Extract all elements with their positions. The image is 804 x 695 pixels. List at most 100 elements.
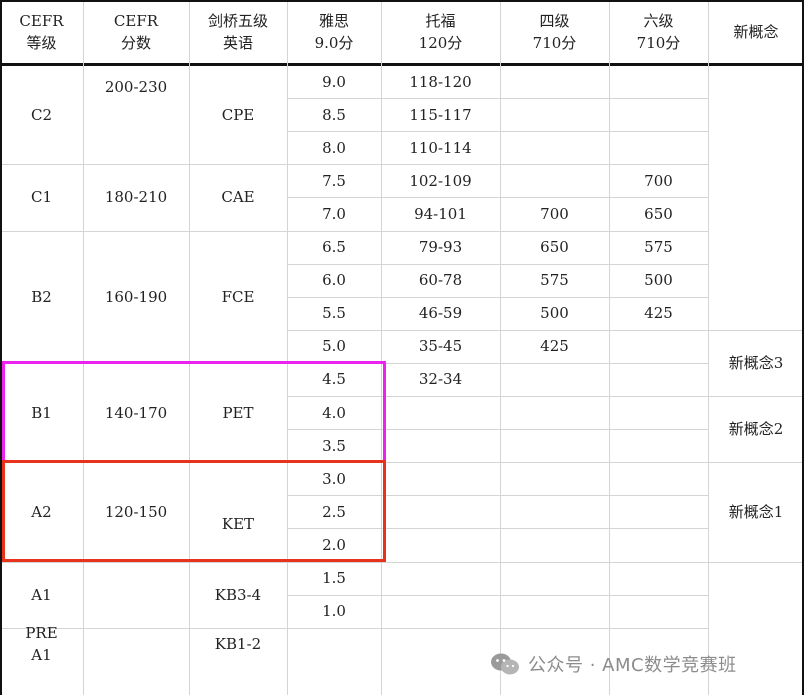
ielts-cell: 7.5 — [322, 171, 346, 190]
ielts-cell: 1.5 — [322, 569, 346, 588]
highlight-box-b1 — [2, 360, 386, 464]
cet6-cell — [609, 595, 708, 628]
toefl-cell — [381, 495, 500, 528]
cet6-cell: 700 — [644, 171, 673, 190]
toefl-cell — [381, 562, 500, 595]
cet6-cell — [609, 462, 708, 495]
header-cell: 剑桥五级 英语 — [207, 12, 268, 52]
cefr-level-cell: C2 — [30, 105, 53, 124]
cefr-level-cell: B2 — [31, 287, 52, 306]
toefl-cell: 35-45 — [418, 337, 463, 356]
cet6-cell: 425 — [644, 304, 673, 323]
toefl-cell: 60-78 — [418, 271, 463, 290]
cet4-cell — [500, 396, 609, 429]
cet4-cell — [500, 528, 609, 561]
cet6-cell — [609, 495, 708, 528]
new-concept-cell: 新概念3 — [728, 353, 784, 372]
header-cell: 六级 710分 — [636, 12, 681, 52]
cet4-cell — [500, 595, 609, 628]
ielts-cell: 1.0 — [322, 602, 346, 621]
toefl-cell — [381, 628, 500, 661]
cet6-cell — [609, 562, 708, 595]
header-cell: CEFR 等级 — [19, 12, 64, 52]
cet4-cell — [500, 429, 609, 462]
highlight-box-a2 — [2, 460, 386, 563]
cefr-score-cell: 200-230 — [104, 78, 168, 96]
cefr-level-cell: C1 — [30, 188, 53, 207]
cefr-score-cell — [83, 628, 189, 661]
ielts-cell: 5.0 — [322, 337, 346, 356]
header-cell: CEFR 分数 — [113, 12, 159, 52]
cambridge-cell: CAE — [221, 188, 255, 207]
ielts-cell: 7.0 — [322, 204, 346, 223]
toefl-cell: 118-120 — [409, 72, 472, 91]
ielts-cell: 6.5 — [322, 238, 346, 257]
watermark-text: 公众号 · AMC数学竞赛班 — [528, 655, 737, 676]
cet4-cell: 425 — [540, 337, 569, 356]
cet4-cell — [500, 562, 609, 595]
border-right — [802, 0, 804, 695]
cet6-cell — [609, 330, 708, 363]
cambridge-cell: KB1-2 — [214, 635, 262, 654]
cet6-cell — [609, 65, 708, 98]
cet4-cell: 500 — [540, 304, 569, 323]
new-concept-cell: 新概念1 — [728, 502, 784, 521]
ielts-cell — [287, 628, 381, 661]
cefr-score-cell: 180-210 — [104, 188, 168, 207]
toefl-cell: 79-93 — [418, 238, 463, 257]
cambridge-cell: KB3-4 — [214, 585, 262, 604]
cet6-cell — [609, 131, 708, 164]
cet6-cell: 650 — [644, 204, 673, 223]
toefl-cell — [381, 528, 500, 561]
ielts-cell: 8.5 — [322, 105, 346, 124]
cefr-score-cell: 160-190 — [104, 287, 168, 306]
toefl-cell — [381, 462, 500, 495]
toefl-cell: 32-34 — [418, 370, 463, 389]
cet6-cell — [609, 363, 708, 396]
toefl-cell: 102-109 — [409, 171, 472, 190]
border-left — [0, 0, 2, 695]
cet4-cell: 575 — [540, 271, 569, 290]
cet4-cell — [500, 495, 609, 528]
header-cell: 新概念 — [733, 23, 779, 41]
cet4-cell: 700 — [540, 204, 569, 223]
header-cell: 雅思 9.0分 — [314, 12, 354, 52]
toefl-cell: 94-101 — [414, 204, 467, 223]
cet4-cell — [500, 462, 609, 495]
cet6-cell: 500 — [644, 271, 673, 290]
header-cell: 托福 120分 — [418, 12, 463, 52]
cet4-cell — [500, 363, 609, 396]
ielts-cell: 5.5 — [322, 304, 346, 323]
cet4-cell — [500, 65, 609, 98]
toefl-cell: 110-114 — [409, 138, 472, 157]
cambridge-cell: CPE — [221, 105, 255, 124]
cet6-cell — [609, 429, 708, 462]
cefr-score-cell — [83, 562, 189, 628]
toefl-cell: 46-59 — [418, 304, 463, 323]
new-concept-cell: 新概念2 — [728, 420, 784, 439]
cet6-cell — [609, 98, 708, 131]
cet4-cell: 650 — [540, 238, 569, 257]
cet4-cell — [500, 164, 609, 197]
ielts-cell: 8.0 — [322, 138, 346, 157]
cet6-cell — [609, 528, 708, 561]
toefl-cell — [381, 595, 500, 628]
new-concept-cell — [708, 65, 804, 330]
toefl-cell — [381, 396, 500, 429]
ielts-cell: 9.0 — [322, 72, 346, 91]
toefl-cell — [381, 429, 500, 462]
ielts-cell: 6.0 — [322, 271, 346, 290]
cambridge-cell: FCE — [221, 287, 255, 306]
toefl-cell: 115-117 — [409, 105, 472, 124]
cefr-level-cell: PRE A1 — [25, 624, 58, 665]
watermark: 公众号 · AMC数学竞赛班 — [490, 650, 737, 678]
comparison-table: CEFR 等级 CEFR 分数 剑桥五级 英语 雅思 9.0分 托福 120分 四级 71… — [0, 0, 804, 695]
cefr-level-cell: A1 — [31, 585, 52, 604]
cet4-cell — [500, 131, 609, 164]
wechat-icon — [491, 653, 519, 675]
cet4-cell — [500, 98, 609, 131]
cet6-cell: 575 — [644, 238, 673, 257]
new-concept-cell — [708, 562, 804, 661]
header-cell: 四级 710分 — [532, 12, 577, 52]
cet6-cell — [609, 396, 708, 429]
